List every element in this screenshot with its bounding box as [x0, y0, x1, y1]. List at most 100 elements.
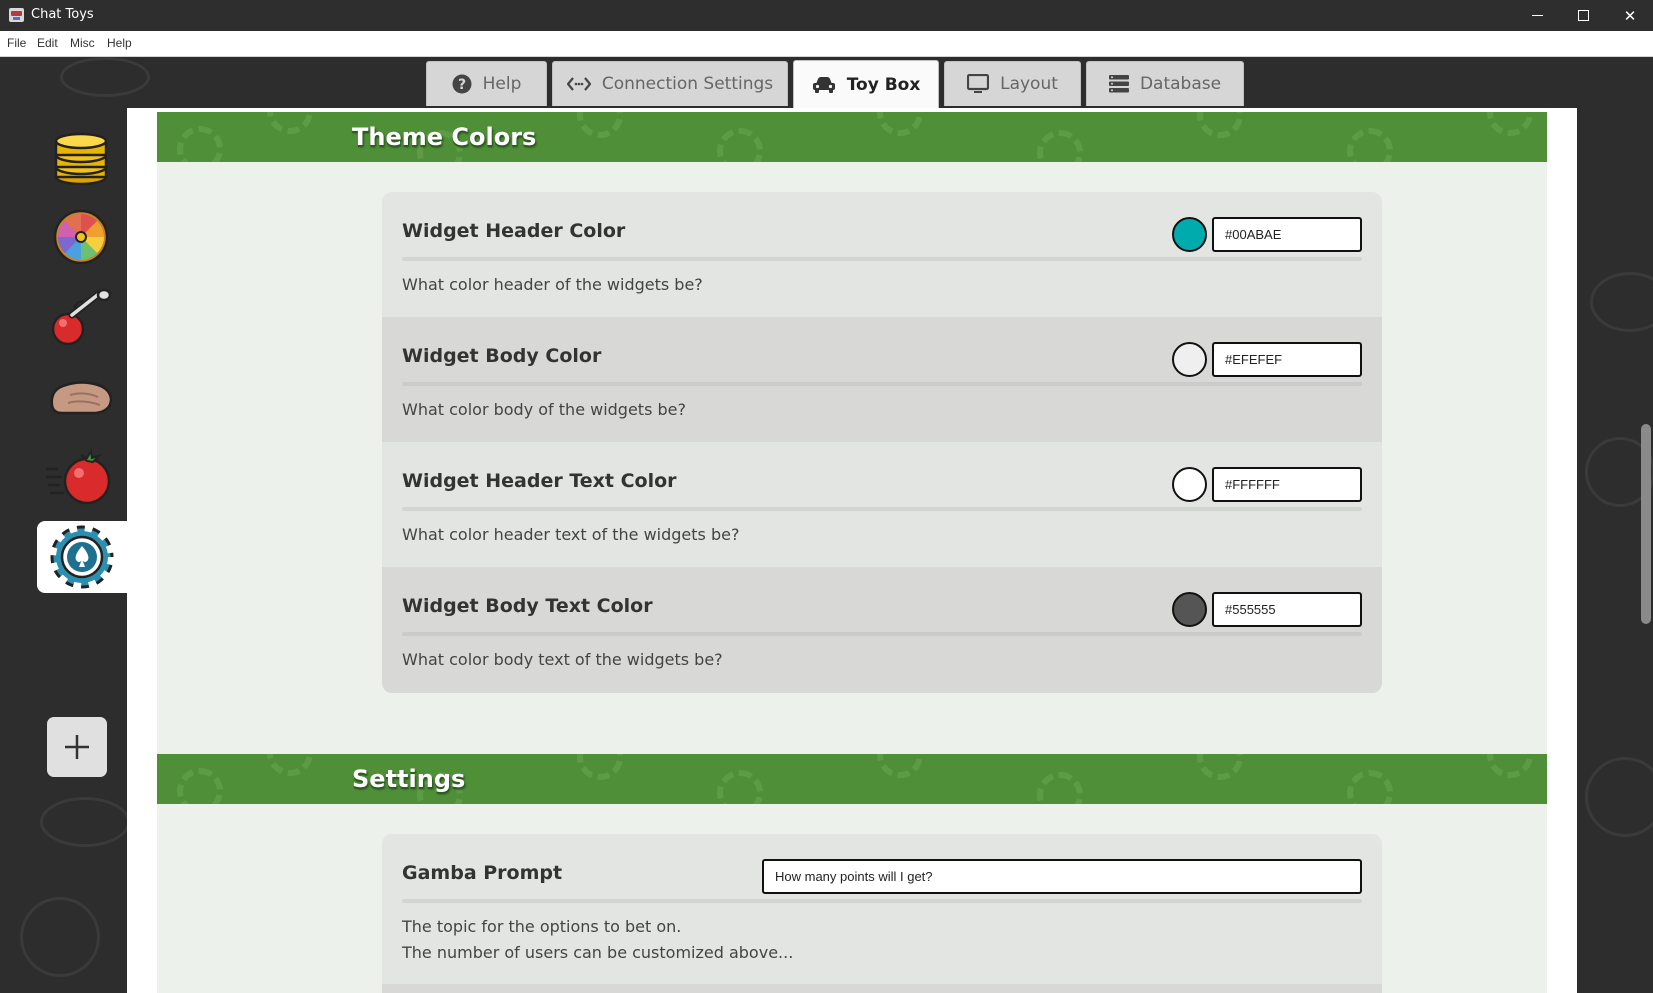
sidebar-item-cherry[interactable]: [36, 281, 126, 353]
widget-header-color-row: Widget Header Color #00ABAE What color h…: [382, 192, 1382, 317]
widget-body-text-color-row: Widget Body Text Color #555555 What colo…: [382, 567, 1382, 693]
row-divider: [402, 899, 1362, 903]
window-title: Chat Toys: [31, 7, 94, 22]
gamba-prompt-desc-line2: The number of users can be customized ab…: [402, 943, 794, 962]
minimize-button[interactable]: [1514, 0, 1560, 31]
chip-pattern: [577, 754, 623, 780]
tab-layout[interactable]: Layout: [944, 61, 1081, 106]
theme-colors-title: Theme Colors: [352, 123, 537, 151]
widget-body-text-color-desc: What color body text of the widgets be?: [402, 650, 723, 669]
menu-misc[interactable]: Misc: [70, 36, 95, 50]
row-divider: [402, 257, 1362, 261]
chip-pattern: [577, 112, 623, 138]
next-setting-row: [382, 984, 1382, 993]
toy-sidebar: [0, 108, 127, 993]
row-divider: [402, 632, 1362, 636]
widget-header-text-color-row: Widget Header Text Color #FFFFFF What co…: [382, 442, 1382, 567]
close-icon: ✕: [1623, 6, 1637, 25]
plus-icon: [65, 735, 89, 759]
app-icon: [9, 8, 24, 22]
menu-file[interactable]: File: [7, 36, 26, 50]
widget-body-text-color-swatch[interactable]: [1172, 592, 1207, 627]
tab-toy-box-label: Toy Box: [846, 74, 921, 95]
theme-colors-card: Widget Header Color #00ABAE What color h…: [382, 192, 1382, 693]
widget-body-color-row: Widget Body Color #EFEFEF What color bod…: [382, 317, 1382, 442]
tab-connection-settings[interactable]: Connection Settings: [552, 61, 788, 106]
menu-edit[interactable]: Edit: [37, 36, 58, 50]
widget-body-color-input[interactable]: #EFEFEF: [1212, 342, 1362, 377]
prize-wheel-icon: [53, 209, 109, 265]
settings-title: Settings: [352, 765, 466, 793]
chip-pattern: [1487, 754, 1533, 778]
scrollbar-thumb[interactable]: [1641, 424, 1651, 624]
chip-pattern: [717, 770, 763, 804]
widget-header-color-input[interactable]: #00ABAE: [1212, 217, 1362, 252]
menu-bar: File Edit Misc Help: [0, 31, 1653, 57]
widget-header-text-color-label: Widget Header Text Color: [402, 470, 677, 492]
coin-stack-icon: [54, 132, 108, 186]
theme-colors-header: Theme Colors: [157, 112, 1547, 162]
maximize-icon: [1577, 10, 1589, 21]
chip-pattern: [177, 768, 223, 804]
chip-pattern: [1197, 112, 1243, 138]
settings-card: Gamba Prompt How many points will I get?…: [382, 834, 1382, 993]
widget-header-color-swatch[interactable]: [1172, 217, 1207, 252]
widget-body-color-desc: What color body of the widgets be?: [402, 400, 686, 419]
widget-header-color-label: Widget Header Color: [402, 220, 626, 242]
gamba-prompt-input[interactable]: How many points will I get?: [762, 859, 1362, 894]
widget-body-text-color-label: Widget Body Text Color: [402, 595, 653, 617]
add-toy-button[interactable]: [47, 717, 107, 777]
widget-body-color-swatch[interactable]: [1172, 342, 1207, 377]
sidebar-item-tomato[interactable]: [36, 441, 126, 513]
settings-header: Settings: [157, 754, 1547, 804]
widget-header-text-color-input[interactable]: #FFFFFF: [1212, 467, 1362, 502]
minimize-icon: [1531, 15, 1543, 16]
chip-pattern: [177, 126, 223, 162]
tab-layout-label: Layout: [1000, 74, 1058, 94]
chip-pattern: [1347, 770, 1393, 804]
tab-help-label: Help: [482, 74, 522, 94]
widget-header-text-color-desc: What color header text of the widgets be…: [402, 525, 740, 544]
background-doodle: [60, 57, 150, 97]
widget-body-color-label: Widget Body Color: [402, 345, 602, 367]
monitor-icon: [967, 74, 990, 93]
gamba-prompt-desc-line1: The topic for the options to bet on.: [402, 917, 682, 936]
chip-pattern: [267, 754, 313, 776]
poker-chip-icon: [49, 524, 115, 590]
chip-pattern: [877, 112, 923, 136]
database-icon: [1108, 75, 1129, 93]
theme-colors-body: Widget Header Color #00ABAE What color h…: [157, 162, 1547, 762]
chip-pattern: [1487, 112, 1533, 136]
title-bar: Chat Toys ✕: [0, 0, 1653, 31]
widget-header-color-desc: What color header of the widgets be?: [402, 275, 703, 294]
chip-pattern: [1037, 772, 1083, 804]
settings-body: Gamba Prompt How many points will I get?…: [157, 804, 1547, 993]
sidebar-item-coin-stack[interactable]: [36, 121, 126, 193]
gamba-prompt-label: Gamba Prompt: [402, 862, 563, 884]
close-button[interactable]: ✕: [1607, 0, 1653, 31]
widget-body-text-color-input[interactable]: #555555: [1212, 592, 1362, 627]
sidebar-item-prize-wheel[interactable]: [36, 201, 126, 273]
question-circle-icon: ?: [452, 74, 472, 94]
row-divider: [402, 382, 1362, 386]
chip-pattern: [1197, 754, 1243, 780]
chip-pattern: [717, 128, 763, 162]
tab-connection-settings-label: Connection Settings: [601, 74, 774, 94]
tab-database[interactable]: Database: [1086, 61, 1244, 106]
chip-pattern: [267, 112, 313, 134]
cherry-icon: [51, 288, 112, 346]
tomato-icon: [45, 447, 111, 505]
svg-text:?: ?: [458, 77, 466, 93]
maximize-button[interactable]: [1560, 0, 1606, 31]
sidebar-item-hand[interactable]: [36, 361, 126, 433]
chip-pattern: [1347, 128, 1393, 162]
tab-toy-box[interactable]: Toy Box: [793, 60, 939, 108]
menu-help[interactable]: Help: [107, 36, 132, 50]
gamba-prompt-row: Gamba Prompt How many points will I get?…: [382, 834, 1382, 984]
sidebar-item-poker-chip[interactable]: [37, 521, 127, 593]
chip-pattern: [1037, 130, 1083, 162]
chip-pattern: [877, 754, 923, 778]
tab-help[interactable]: ? Help: [426, 61, 547, 106]
tab-database-label: Database: [1139, 74, 1222, 94]
widget-header-text-color-swatch[interactable]: [1172, 467, 1207, 502]
